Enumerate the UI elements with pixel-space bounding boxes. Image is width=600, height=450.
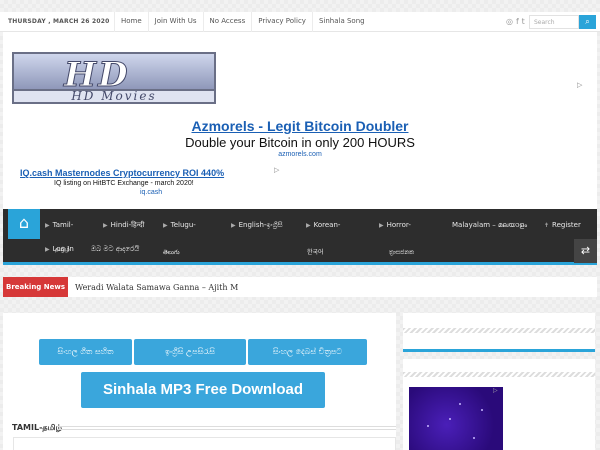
ad-url[interactable]: azmorels.com <box>0 151 600 158</box>
nav-label: Telugu- <box>170 221 196 229</box>
top-nav: Home Join With Us No Access Privacy Poli… <box>114 12 371 32</box>
logo-badge: HD <box>12 52 216 96</box>
section-divider <box>57 426 396 430</box>
star-dot <box>449 418 451 420</box>
home-icon[interactable]: ⌂ <box>8 209 40 239</box>
site-logo[interactable]: HD HD Movies <box>12 52 216 104</box>
search-input[interactable]: Search <box>529 15 579 29</box>
arrow-icon: ▶ <box>103 222 108 229</box>
arrow-icon: ▶ <box>45 222 50 229</box>
nav-item-telugu-sub[interactable]: తెలుగు <box>163 246 180 259</box>
ad-description-secondary: IQ listing on HitBTC Exchange - march 20… <box>54 180 194 187</box>
category-button-sinhala-songs[interactable]: සිංහල ගීත සහිත <box>39 339 132 365</box>
nav-label: Horror- <box>386 221 411 229</box>
arrow-icon: ▶ <box>231 222 236 229</box>
section-title[interactable]: TAMIL-தமிழ் <box>12 423 62 433</box>
ad-title-secondary[interactable]: IQ.cash Masternodes Cryptocurrency ROI 4… <box>20 168 224 178</box>
ad-url-secondary[interactable]: iq.cash <box>140 189 162 196</box>
breaking-news-label: Breaking News <box>3 277 68 297</box>
main-nav: ⌂ ▶ Tamil- தமிழ் ▶ Hindi-हिन्दी ▶ Telugu- త… <box>3 209 597 265</box>
sidebar-widget <box>403 313 595 352</box>
arrow-icon: ▶ <box>379 222 384 229</box>
top-nav-join[interactable]: Join With Us <box>147 12 203 32</box>
adchoices-icon[interactable]: ▷ <box>577 81 582 89</box>
twitter-icon[interactable]: t <box>522 17 528 26</box>
nav-item-korean-sub[interactable]: 한국어 <box>307 246 324 259</box>
star-dot <box>481 409 483 411</box>
nav-item-hindi[interactable]: ▶ Hindi-हिन्दी <box>103 219 144 232</box>
breaking-news-bar: Breaking News Weradi Walata Samawa Ganna… <box>3 277 597 297</box>
category-button-sinhala-dubbed[interactable]: සිංහල දෙබස් චිත්‍රපට <box>248 339 367 365</box>
nav-item-korean[interactable]: ▶ Korean- <box>306 219 340 232</box>
ad-description: Double your Bitcoin in only 200 HOURS <box>185 135 415 150</box>
nav-item-malayalam[interactable]: Malayalam – മലയാളം <box>452 219 527 232</box>
top-nav-sinhala-song[interactable]: Sinhala Song <box>311 12 371 32</box>
nav-item-register[interactable]: ✝ Register <box>544 219 581 232</box>
nav-item-tamil[interactable]: ▶ Tamil- <box>45 219 73 232</box>
nav-item-login[interactable]: ▶ Log In <box>45 243 74 256</box>
section-box <box>13 437 396 450</box>
category-button-english-subtitles[interactable]: ඉංග්‍රීසි උපසිරැසි <box>134 339 246 365</box>
adchoices-icon[interactable]: ▷ <box>493 387 498 394</box>
sidebar-ad-widget: ▷ <box>403 359 595 450</box>
star-dot <box>459 403 461 405</box>
nav-label: English-ඉංග්‍රීසි <box>238 221 283 229</box>
widget-title-stripe <box>403 328 595 333</box>
widget-title-stripe <box>403 372 595 377</box>
social-icons: ◎ft <box>506 17 528 26</box>
nav-label: Hindi-हिन्दी <box>110 221 145 229</box>
main-content: සිංහල ගීත සහිත ඉංග්‍රීසි උපසිරැසි සිංහල … <box>3 313 396 450</box>
search-icon[interactable]: ⌕ <box>579 15 596 29</box>
star-dot <box>473 437 475 439</box>
nav-item-horror[interactable]: ▶ Horror- <box>379 219 411 232</box>
nav-label: Register <box>552 221 581 229</box>
login-icon: ▶ <box>45 246 50 253</box>
sinhala-mp3-download-button[interactable]: Sinhala MP3 Free Download <box>81 372 325 408</box>
arrow-icon: ▶ <box>163 222 168 229</box>
shuffle-icon[interactable]: ⇄ <box>574 239 597 263</box>
nav-item-telugu[interactable]: ▶ Telugu- <box>163 219 196 232</box>
nav-label: Korean- <box>313 221 341 229</box>
sidebar-ad-image[interactable] <box>409 387 503 450</box>
nav-label: Tamil- <box>52 221 74 229</box>
rss-icon[interactable]: ◎ <box>506 17 516 26</box>
top-nav-no-access[interactable]: No Access <box>202 12 252 32</box>
nav-item-horror-sub[interactable]: ත්‍රාසජනක <box>389 246 414 259</box>
current-date: THURSDAY , MARCH 26 2020 <box>8 18 110 25</box>
nav-item-extra[interactable]: ඔබ මට ආදරෙයි <box>91 243 139 256</box>
arrow-icon: ▶ <box>306 222 311 229</box>
logo-sub-text: HD Movies <box>12 89 216 104</box>
nav-item-english[interactable]: ▶ English-ඉංග්‍රීසි <box>231 219 283 232</box>
top-bar: THURSDAY , MARCH 26 2020 Home Join With … <box>0 12 600 32</box>
breaking-news-ticker[interactable]: Weradi Walata Samawa Ganna – Ajith M <box>75 283 238 292</box>
ad-title[interactable]: Azmorels - Legit Bitcoin Doubler <box>0 118 600 134</box>
star-dot <box>427 425 429 427</box>
adchoices-icon[interactable]: ▷ <box>274 166 279 174</box>
user-icon: ✝ <box>544 222 550 229</box>
widget-accent-rule <box>403 349 595 352</box>
nav-label: Log In <box>52 245 74 253</box>
top-nav-privacy-policy[interactable]: Privacy Policy <box>251 12 312 32</box>
top-nav-home[interactable]: Home <box>114 12 148 32</box>
